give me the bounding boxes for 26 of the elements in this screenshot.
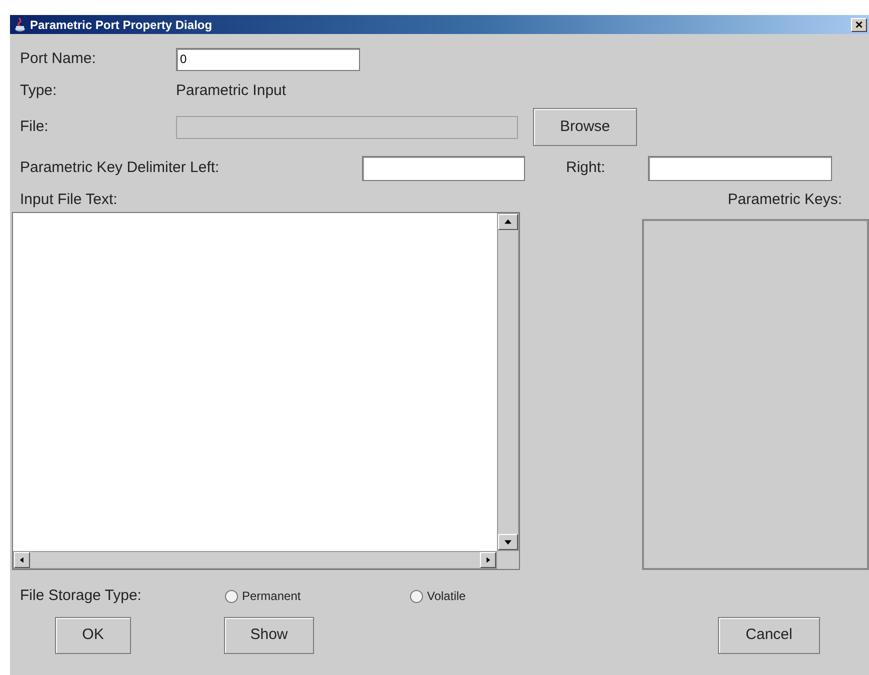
keys-list[interactable] bbox=[642, 219, 869, 570]
radio-option[interactable]: Volatile bbox=[410, 587, 466, 605]
close-button[interactable]: × bbox=[851, 18, 867, 32]
field-label: Right: bbox=[566, 158, 606, 178]
radio-button[interactable] bbox=[225, 590, 238, 602]
field-label: Parametric Key Delimiter Left: bbox=[20, 158, 220, 178]
cancel-button[interactable]: Cancel bbox=[718, 616, 820, 654]
port-name-field[interactable]: 0 bbox=[176, 48, 360, 70]
type-value: Parametric Input bbox=[176, 80, 286, 101]
left-delimiter-field[interactable] bbox=[362, 156, 525, 180]
horizontal-scrollbar[interactable] bbox=[13, 551, 497, 569]
field-label: Parametric Keys: bbox=[728, 190, 842, 210]
coffee-cup-icon bbox=[14, 18, 26, 32]
field-label: File: bbox=[20, 116, 50, 137]
field-label: Type: bbox=[20, 80, 58, 101]
show-button[interactable]: Show bbox=[224, 616, 314, 654]
ok-button[interactable]: OK bbox=[55, 616, 131, 654]
radio-button[interactable] bbox=[410, 590, 423, 602]
scrollbar-corner bbox=[496, 551, 519, 569]
vertical-scrollbar[interactable] bbox=[496, 213, 519, 551]
field-label: Input File Text: bbox=[20, 190, 118, 210]
radio-option[interactable]: Permanent bbox=[225, 587, 410, 605]
field-label: Port Name: bbox=[20, 48, 97, 69]
window-title: Parametric Port Property Dialog bbox=[30, 16, 212, 34]
field-label: File Storage Type: bbox=[20, 586, 142, 606]
right-delimiter-field[interactable] bbox=[648, 156, 832, 180]
